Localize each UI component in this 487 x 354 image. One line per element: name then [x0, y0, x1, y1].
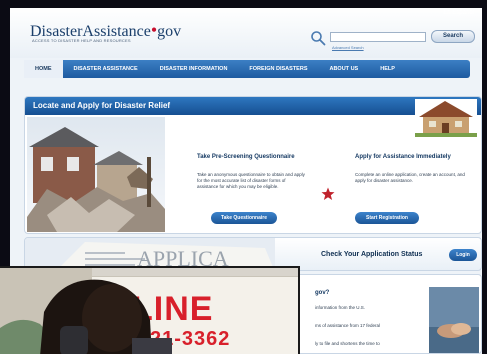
main-nav: HOME DISASTER ASSISTANCE DISASTER INFORM…: [24, 60, 470, 78]
handshake-photo: [429, 287, 479, 353]
nav-item-home[interactable]: HOME: [24, 60, 63, 78]
check-status-label: Check Your Application Status: [321, 251, 423, 258]
star-icon: [321, 187, 335, 200]
info-line-2: ms of assistance from 17 federal: [315, 323, 381, 328]
nav-item-disaster-assistance[interactable]: DISASTER ASSISTANCE: [63, 60, 149, 78]
language-link[interactable]: En Español: [443, 10, 474, 16]
panel-title: Locate and Apply for Disaster Relief: [33, 101, 171, 110]
screenshot-frame: DisasterAssistance•gov ACCESS TO DISASTE…: [0, 0, 487, 354]
new-house-photo: [415, 99, 477, 137]
nav-item-help[interactable]: HELP: [369, 60, 406, 78]
search-button[interactable]: Search: [431, 30, 475, 43]
search-input[interactable]: [330, 32, 426, 42]
start-registration-button[interactable]: Start Registration: [355, 212, 419, 224]
info-line-1: information from the U.S.: [315, 305, 366, 310]
hotline-photo-overlay: LINE 21-3362: [0, 266, 300, 354]
damaged-house-photo: [27, 117, 165, 232]
nav-item-disaster-information[interactable]: DISASTER INFORMATION: [149, 60, 239, 78]
nav-item-about-us[interactable]: ABOUT US: [318, 60, 369, 78]
search-icon: [311, 31, 326, 46]
take-questionnaire-button[interactable]: Take Questionnaire: [211, 212, 277, 224]
apply-immediately-description: Complete an online application, create a…: [355, 172, 465, 183]
person-on-phone-photo: [0, 268, 172, 354]
panel-header: Locate and Apply for Disaster Relief: [25, 97, 481, 115]
advanced-search-link[interactable]: Advanced Search: [332, 45, 364, 50]
site-header: DisasterAssistance•gov ACCESS TO DISASTE…: [10, 8, 482, 58]
info-question: gov?: [315, 290, 330, 296]
prescreening-description: Take an anonymous questionnaire to obtai…: [197, 172, 305, 189]
prescreening-title: Take Pre-Screening Questionnaire: [197, 154, 295, 160]
logo-suffix-text: gov: [157, 23, 182, 40]
login-button[interactable]: Login: [449, 249, 477, 261]
apply-panel: Locate and Apply for Disaster Relief Tak…: [24, 96, 482, 234]
nav-item-foreign-disasters[interactable]: FOREIGN DISASTERS: [238, 60, 318, 78]
site-tagline: ACCESS TO DISASTER HELP AND RESOURCES: [32, 38, 131, 43]
info-line-3: ly to file and shortens the time to: [315, 341, 380, 346]
apply-immediately-title: Apply for Assistance Immediately: [355, 154, 451, 160]
